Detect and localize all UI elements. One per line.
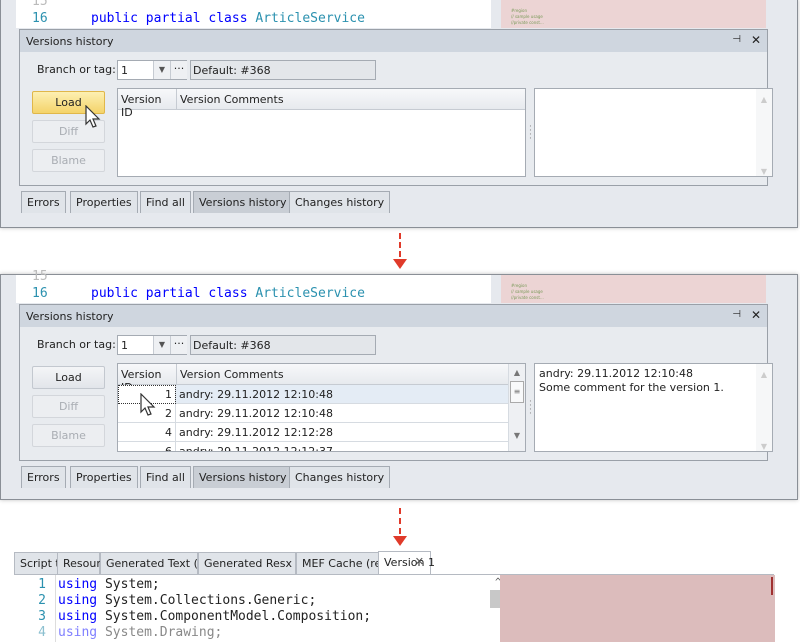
blame-button[interactable]: Blame — [32, 149, 105, 172]
flow-arrow — [399, 508, 401, 534]
chevron-down-icon[interactable]: ▼ — [153, 61, 170, 79]
close-icon[interactable]: ✕ — [751, 308, 761, 322]
ide-window-after: 15 16 public partial class ArticleServic… — [0, 269, 798, 500]
table-row[interactable]: 2 andry: 29.11.2012 12:10:48 — [118, 404, 508, 423]
branch-label: Branch or tag: — [37, 338, 116, 351]
diff-button[interactable]: Diff — [32, 395, 105, 418]
versions-history-panel: Versions history ⊣ ✕ Branch or tag: 1 ▼ … — [19, 29, 773, 186]
default-field: Default: #368 — [190, 335, 376, 355]
code-editor[interactable]: 15 16 public partial class ArticleServic… — [16, 269, 491, 303]
versions-grid: Version ID Version Comments 1andry: 29.1… — [117, 363, 526, 452]
code-editor[interactable]: 15 16 public partial class ArticleServic… — [16, 0, 491, 28]
column-version-id[interactable]: Version ID — [118, 89, 177, 119]
panel-title: Versions history — [20, 305, 767, 327]
branch-combo[interactable]: 1 ▼ ··· — [117, 60, 187, 80]
branch-combo[interactable]: 1 ▼ ··· — [117, 335, 187, 355]
column-version-comments[interactable]: Version Comments — [177, 364, 510, 385]
pin-icon[interactable]: ⊣ — [732, 309, 741, 320]
close-icon[interactable]: ✕ — [415, 555, 424, 568]
tab-version-1[interactable]: Version 1 ✕ — [378, 551, 435, 574]
line-number: 16 — [32, 11, 48, 26]
table-row[interactable]: 6 andry: 29.11.2012 12:12:37 — [118, 442, 508, 451]
close-icon[interactable]: ✕ — [751, 33, 761, 47]
load-button[interactable]: Load — [32, 366, 105, 389]
splitter-handle[interactable]: · · · · — [529, 398, 532, 419]
panel-title: Versions history — [20, 30, 767, 52]
mouse-cursor-icon — [140, 393, 156, 416]
pin-icon[interactable]: ⊣ — [732, 34, 741, 45]
arrow-head-icon — [393, 259, 407, 269]
table-row[interactable]: 1 andry: 29.11.2012 12:10:48 — [118, 385, 508, 404]
chevron-down-icon[interactable]: ▼ — [153, 336, 170, 354]
ellipsis-button[interactable]: ··· — [170, 61, 187, 79]
code-editor[interactable]: 1 using System; 2 using System.Collections… — [14, 574, 775, 642]
tab-versions-history[interactable]: Versions history — [193, 191, 293, 213]
version-detail: andry: 29.11.2012 12:10:48 Some comment … — [534, 363, 773, 452]
code-line: public partial class ArticleService — [91, 11, 365, 26]
tab-changes-history[interactable]: Changes history — [289, 191, 391, 213]
column-version-comments[interactable]: Version Comments — [177, 89, 525, 110]
tab-script-text[interactable]: Script text — [14, 552, 77, 574]
scrollbar[interactable]: ▲ ▼ — [756, 89, 772, 176]
grid-scrollbar[interactable]: ▲ ≡ ▼ — [508, 364, 525, 451]
tab-errors[interactable]: Errors — [21, 191, 66, 213]
tab-properties[interactable]: Properties — [70, 191, 138, 213]
ide-window-before: 15 16 public partial class ArticleServic… — [0, 0, 798, 228]
tab-versions-history[interactable]: Versions history — [193, 466, 293, 488]
line-number: 16 — [32, 286, 48, 301]
tab-changes-history[interactable]: Changes history — [289, 466, 391, 488]
scrollbar[interactable]: ▲ ▼ — [756, 364, 772, 451]
arrow-head-icon — [393, 536, 407, 546]
default-field: Default: #368 — [190, 60, 376, 80]
tab-generated-resx[interactable]: Generated Resx (read-only) — [198, 552, 356, 574]
blame-button[interactable]: Blame — [32, 424, 105, 447]
versions-grid: Version ID Version Comments — [117, 88, 526, 177]
tab-properties[interactable]: Properties — [70, 466, 138, 488]
versions-history-panel: Versions history ⊣ ✕ Branch or tag: 1 ▼ … — [19, 304, 773, 461]
table-row[interactable]: 4 andry: 29.11.2012 12:12:28 — [118, 423, 508, 442]
minimap[interactable] — [500, 575, 775, 642]
code-line: public partial class ArticleService — [91, 286, 365, 301]
branch-label: Branch or tag: — [37, 63, 116, 76]
mouse-cursor-icon — [85, 105, 101, 128]
version-detail: ▲ ▼ — [534, 88, 773, 177]
tab-generated-text[interactable]: Generated Text (read-only) — [100, 552, 254, 574]
column-version-id[interactable]: Version ID — [118, 364, 177, 394]
tab-find-all[interactable]: Find all — [140, 191, 191, 213]
gutter-divider — [55, 575, 56, 642]
ellipsis-button[interactable]: ··· — [170, 336, 187, 354]
tab-resources[interactable]: Resources — [57, 552, 119, 574]
tab-mef-cache[interactable]: MEF Cache (read-only) — [296, 552, 427, 574]
flow-arrow — [399, 233, 401, 257]
minimap[interactable]: #region// sample usage//private const... — [501, 275, 766, 303]
tab-errors[interactable]: Errors — [21, 466, 66, 488]
minimap[interactable]: #region// sample usage//private const... — [501, 0, 766, 28]
tab-find-all[interactable]: Find all — [140, 466, 191, 488]
splitter-handle[interactable]: · · · · — [529, 123, 532, 144]
